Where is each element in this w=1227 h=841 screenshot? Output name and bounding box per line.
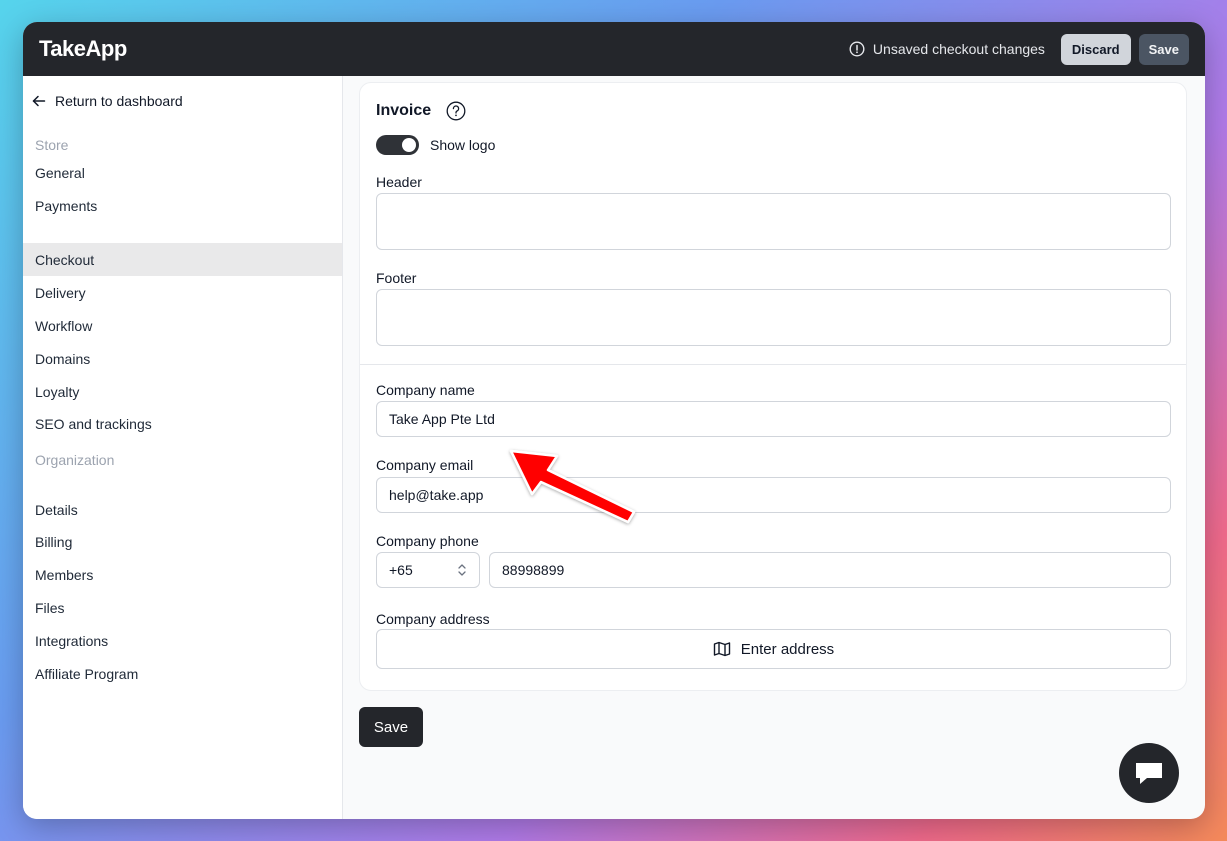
company-address-label: Company address	[376, 611, 490, 627]
return-label: Return to dashboard	[55, 93, 183, 109]
unsaved-indicator: Unsaved checkout changes	[849, 41, 1045, 57]
alert-circle-icon	[849, 41, 865, 57]
company-email-label: Company email	[376, 457, 474, 473]
sidebar-item-workflow[interactable]: Workflow	[23, 309, 342, 342]
sidebar-item-loyalty[interactable]: Loyalty	[23, 375, 342, 408]
company-name-input[interactable]: Take App Pte Ltd	[376, 401, 1171, 437]
show-logo-toggle[interactable]	[376, 135, 419, 155]
invoice-title-text: Invoice	[376, 102, 432, 119]
app-window: TakeApp Unsaved checkout changes Discard…	[23, 22, 1205, 819]
sidebar-item-details[interactable]: Details	[23, 493, 342, 526]
phone-input[interactable]: 88998899	[489, 552, 1171, 588]
save-button-top[interactable]: Save	[1138, 33, 1189, 65]
top-bar: TakeApp Unsaved checkout changes Discard…	[23, 22, 1205, 76]
country-code-value: +65	[389, 562, 413, 578]
sidebar-item-billing[interactable]: Billing	[23, 525, 342, 558]
sidebar-item-payments[interactable]: Payments	[23, 189, 342, 222]
invoice-title: Invoice	[376, 101, 466, 121]
chat-button[interactable]	[1119, 743, 1179, 803]
sidebar-item-affiliate-program[interactable]: Affiliate Program	[23, 657, 342, 690]
map-icon	[713, 641, 730, 657]
main-content: Invoice Show logo Header Footer Company …	[343, 76, 1205, 819]
header-label: Header	[376, 174, 422, 190]
company-name-label: Company name	[376, 382, 475, 398]
sidebar-item-members[interactable]: Members	[23, 558, 342, 591]
company-email-input[interactable]: help@take.app	[376, 477, 1171, 513]
sidebar-item-delivery[interactable]: Delivery	[23, 276, 342, 309]
store-section-title: Store	[35, 137, 69, 153]
show-logo-row: Show logo	[376, 135, 495, 155]
arrow-left-icon	[32, 95, 46, 107]
enter-address-label: Enter address	[740, 640, 835, 658]
invoice-card: Invoice Show logo Header Footer Company …	[359, 82, 1187, 691]
sidebar-item-files[interactable]: Files	[23, 591, 342, 624]
question-circle-icon[interactable]	[446, 101, 466, 121]
sidebar-item-general[interactable]: General	[23, 156, 342, 189]
topbar-actions: Unsaved checkout changes Discard Save	[849, 33, 1189, 65]
country-code-select[interactable]: +65	[376, 552, 480, 588]
chat-bubble-icon	[1136, 763, 1162, 784]
app-logo[interactable]: TakeApp	[39, 36, 127, 62]
sidebar-item-integrations[interactable]: Integrations	[23, 624, 342, 657]
discard-button[interactable]: Discard	[1060, 33, 1131, 65]
sidebar: Return to dashboard Store General Paymen…	[23, 76, 343, 819]
return-to-dashboard-link[interactable]: Return to dashboard	[32, 93, 183, 109]
sidebar-item-checkout[interactable]: Checkout	[23, 243, 342, 276]
organization-section-title: Organization	[35, 452, 115, 468]
toggle-knob	[402, 138, 416, 152]
header-textarea[interactable]	[376, 193, 1171, 250]
section-divider	[360, 364, 1186, 365]
unsaved-text: Unsaved checkout changes	[872, 41, 1045, 57]
show-logo-label: Show logo	[430, 137, 496, 153]
chevron-up-down-icon	[458, 564, 466, 576]
save-button[interactable]: Save	[359, 707, 423, 747]
enter-address-button[interactable]: Enter address	[376, 629, 1171, 669]
sidebar-item-seo[interactable]: SEO and trackings	[23, 407, 342, 440]
footer-label: Footer	[376, 270, 417, 286]
company-phone-label: Company phone	[376, 533, 479, 549]
sidebar-item-domains[interactable]: Domains	[23, 342, 342, 375]
footer-textarea[interactable]	[376, 289, 1171, 346]
